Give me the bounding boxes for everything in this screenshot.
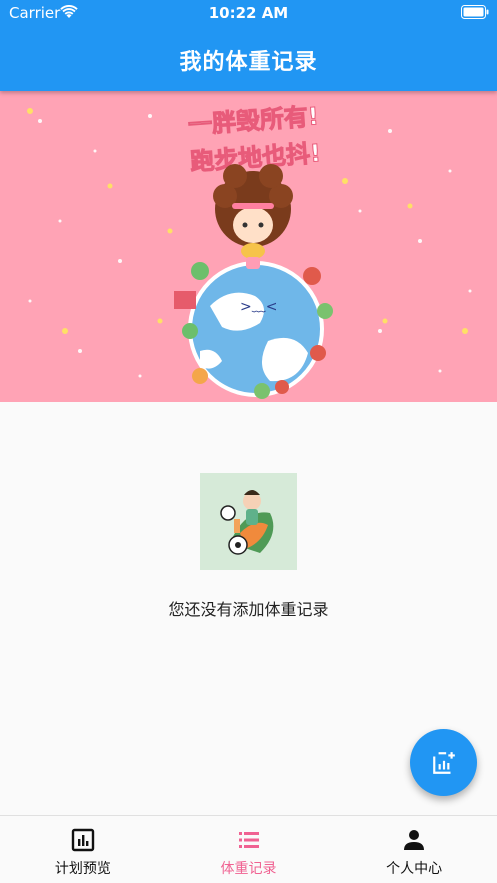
- list-icon: [238, 832, 259, 848]
- svg-text:>﹏<: >﹏<: [240, 299, 277, 315]
- nav-item-plan-preview[interactable]: 计划预览: [0, 816, 166, 883]
- nav-label: 个人中心: [386, 861, 443, 877]
- top-bar: Carrier 10:22 AM 我的体重记录: [0, 0, 497, 91]
- add-weight-record-button[interactable]: [410, 729, 477, 796]
- add-chart-icon: [432, 751, 455, 774]
- nav-item-profile[interactable]: 个人中心: [331, 816, 497, 883]
- empty-state-message: 您还没有添加体重记录: [168, 600, 329, 619]
- banner-illustration: 一胖毁所有! 跑步地也抖! >﹏<: [27, 102, 472, 399]
- nav-item-weight-records[interactable]: 体重记录: [166, 816, 332, 883]
- battery-icon: [461, 5, 489, 19]
- bottom-navigation: 计划预览 体重记录 个人中心: [0, 815, 497, 883]
- nav-label: 计划预览: [54, 861, 111, 877]
- status-time: 10:22 AM: [208, 4, 289, 22]
- page-title: 我的体重记录: [179, 50, 318, 75]
- status-bar: Carrier 10:22 AM: [0, 0, 497, 26]
- person-icon: [404, 830, 425, 850]
- banner-slogan-line2: 跑步地也抖!: [189, 139, 322, 176]
- chart-icon: [71, 828, 95, 852]
- nav-label: 体重记录: [220, 861, 277, 877]
- banner-slogan-line1: 一胖毁所有!: [187, 102, 320, 139]
- banner-image: 一胖毁所有! 跑步地也抖! >﹏<: [0, 91, 497, 402]
- empty-state-illustration: [200, 473, 297, 570]
